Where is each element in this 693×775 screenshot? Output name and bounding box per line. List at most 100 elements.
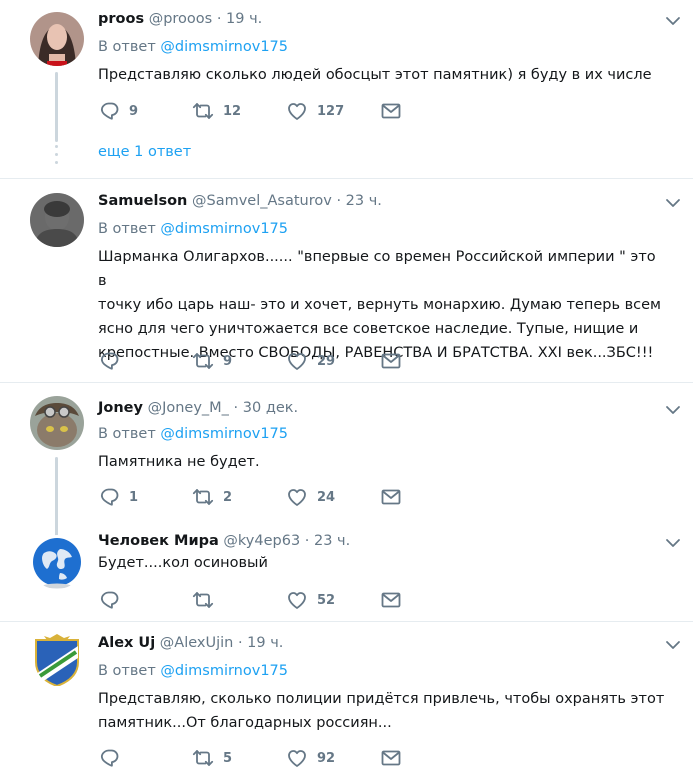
author-name[interactable]: Alex Uj — [98, 635, 155, 651]
retweet-count: 5 — [223, 750, 233, 766]
direct-message-button[interactable] — [380, 101, 402, 121]
chevron-down-icon[interactable] — [664, 636, 682, 654]
reply-button[interactable] — [98, 748, 129, 768]
tweet-actions: 9 12 127 — [98, 101, 418, 121]
reply-prefix: В ответ — [98, 426, 156, 442]
retweet-icon — [192, 592, 214, 608]
separator-dot: · — [336, 193, 342, 209]
separator-dot: · — [233, 400, 239, 416]
reply-prefix: В ответ — [98, 663, 156, 679]
thread-line — [55, 72, 58, 142]
tweet[interactable]: proos @prooos · 19 ч. В ответ @dimsmirno… — [0, 0, 693, 178]
like-button[interactable]: 29 — [286, 351, 335, 371]
avatar[interactable] — [30, 193, 84, 247]
retweet-count: 12 — [223, 103, 242, 119]
tweet-time[interactable]: 19 ч. — [226, 11, 262, 27]
author-name[interactable]: Человек Мира — [98, 533, 219, 549]
author-handle[interactable]: @ky4ep63 — [223, 533, 300, 549]
tweet-time[interactable]: 23 ч. — [314, 533, 350, 549]
separator-dot: · — [237, 635, 243, 651]
like-icon — [288, 592, 306, 609]
direct-message-icon — [381, 103, 401, 119]
like-button[interactable]: 92 — [286, 748, 335, 768]
avatar[interactable] — [30, 12, 84, 66]
retweet-icon — [192, 353, 214, 369]
reply-count: 9 — [129, 103, 139, 119]
like-count: 29 — [317, 353, 336, 369]
direct-message-button[interactable] — [380, 748, 402, 768]
retweet-button[interactable] — [192, 590, 223, 610]
reply-context: В ответ @dimsmirnov175 — [98, 38, 288, 56]
chevron-down-icon[interactable] — [664, 194, 682, 212]
tweet[interactable]: Samuelson @Samvel_Asaturov · 23 ч. В отв… — [0, 179, 693, 382]
tweet-text-line: ясно для чего уничтожается все советское… — [98, 321, 639, 337]
tweet-text: Будет....кол осиновый — [98, 555, 268, 571]
avatar[interactable] — [30, 535, 84, 589]
like-button[interactable]: 24 — [286, 487, 335, 507]
tweet-text-line: точку ибо царь наш- это и хочет, вернуть… — [98, 297, 661, 313]
direct-message-icon — [381, 750, 401, 766]
tweet-time[interactable]: 30 дек. — [243, 400, 298, 416]
author-handle[interactable]: @AlexUjin — [160, 635, 234, 651]
like-button[interactable]: 52 — [286, 590, 335, 610]
reply-mention[interactable]: @dimsmirnov175 — [160, 39, 288, 55]
like-icon — [288, 489, 306, 506]
retweet-icon — [192, 489, 214, 505]
retweet-button[interactable]: 9 — [192, 351, 232, 371]
direct-message-icon — [381, 353, 401, 369]
like-count: 24 — [317, 489, 336, 505]
reply-button[interactable]: 9 — [98, 101, 138, 121]
reply-count: 1 — [129, 489, 139, 505]
author-name[interactable]: Joney — [98, 400, 143, 416]
retweet-button[interactable]: 2 — [192, 487, 232, 507]
tweet-actions: 5 92 — [98, 748, 418, 768]
like-button[interactable]: 127 — [286, 101, 344, 121]
tweet[interactable]: Alex Uj @AlexUjin · 19 ч. В ответ @dimsm… — [0, 622, 693, 775]
reply-icon — [100, 488, 119, 506]
tweet-actions: 9 29 — [98, 351, 418, 371]
tweet-time[interactable]: 19 ч. — [247, 635, 283, 651]
chevron-down-icon[interactable] — [664, 12, 682, 30]
tweet-text-line: Шарманка Олигархов...... "впервые со вре… — [98, 249, 656, 289]
avatar[interactable] — [30, 632, 84, 686]
retweet-button[interactable]: 12 — [192, 101, 241, 121]
direct-message-button[interactable] — [380, 487, 402, 507]
tweet-text: Памятника не будет. — [98, 454, 260, 470]
reply-icon — [100, 591, 119, 609]
tweet[interactable]: Joney @Joney_M_ · 30 дек. В ответ @dimsm… — [0, 383, 693, 539]
direct-message-button[interactable] — [380, 351, 402, 371]
author-handle[interactable]: @Joney_M_ — [148, 400, 229, 416]
tweet-text-line: памятник...От благодарных россиян... — [98, 715, 392, 731]
tweet-time[interactable]: 23 ч. — [346, 193, 382, 209]
reply-mention[interactable]: @dimsmirnov175 — [160, 663, 288, 679]
separator-dot: · — [304, 533, 310, 549]
chevron-down-icon[interactable] — [664, 401, 682, 419]
author-name[interactable]: Samuelson — [98, 193, 187, 209]
tweet[interactable]: Человек Мира @ky4ep63 · 23 ч. Будет....к… — [0, 521, 693, 621]
retweet-button[interactable]: 5 — [192, 748, 232, 768]
like-icon — [288, 103, 306, 120]
reply-context: В ответ @dimsmirnov175 — [98, 662, 288, 680]
reply-context: В ответ @dimsmirnov175 — [98, 220, 288, 238]
chevron-down-icon[interactable] — [664, 534, 682, 552]
avatar[interactable] — [30, 396, 84, 450]
author-handle[interactable]: @Samvel_Asaturov — [192, 193, 332, 209]
direct-message-button[interactable] — [380, 590, 402, 610]
reply-mention[interactable]: @dimsmirnov175 — [160, 426, 288, 442]
tweet-actions: 1 2 24 — [98, 487, 418, 507]
reply-mention[interactable]: @dimsmirnov175 — [160, 221, 288, 237]
direct-message-icon — [381, 489, 401, 505]
reply-prefix: В ответ — [98, 39, 156, 55]
separator-dot: · — [216, 11, 222, 27]
reply-button[interactable]: 1 — [98, 487, 138, 507]
reply-button[interactable] — [98, 590, 129, 610]
author-name[interactable]: proos — [98, 11, 144, 27]
tweet-text-line: Представляю, сколько полиции придётся пр… — [98, 691, 665, 707]
reply-context: В ответ @dimsmirnov175 — [98, 425, 288, 443]
author-handle[interactable]: @prooos — [149, 11, 213, 27]
show-more-replies-link[interactable]: еще 1 ответ — [98, 143, 191, 161]
tweet-text: Представляю, сколько полиции придётся пр… — [98, 687, 668, 735]
retweet-icon — [192, 103, 214, 119]
tweet-text: Шарманка Олигархов...... "впервые со вре… — [98, 245, 668, 365]
reply-button[interactable] — [98, 351, 129, 371]
